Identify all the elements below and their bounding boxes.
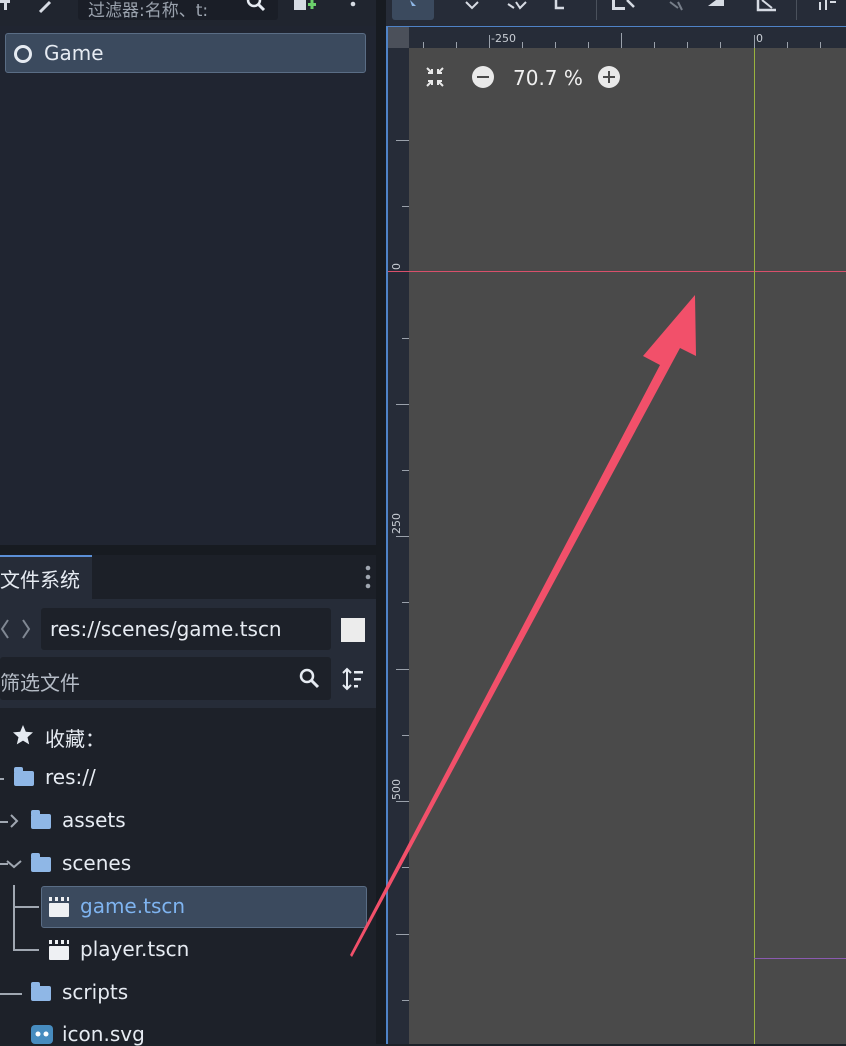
tree-item-player[interactable]: player.tscn bbox=[80, 937, 189, 961]
zoom-level[interactable]: 70.7 % bbox=[513, 66, 583, 90]
tree-line bbox=[0, 778, 4, 780]
ruler-tick bbox=[687, 42, 688, 48]
scene-tree-panel bbox=[0, 0, 376, 545]
link-icon[interactable] bbox=[36, 0, 56, 14]
ruler-tick bbox=[754, 35, 755, 48]
filesystem-tabbar bbox=[92, 555, 376, 599]
center-view-icon[interactable] bbox=[423, 66, 447, 88]
ruler-icon[interactable] bbox=[756, 0, 778, 12]
ruler-tick bbox=[720, 42, 721, 48]
zoom-in-button[interactable] bbox=[598, 66, 620, 88]
ruler-tick bbox=[522, 42, 523, 48]
tree-item-res[interactable]: res:// bbox=[45, 765, 96, 789]
file-filter-placeholder: 筛选文件 bbox=[0, 671, 80, 695]
star-icon bbox=[13, 725, 33, 745]
folder-icon bbox=[14, 767, 34, 786]
ruler-label: 0 bbox=[390, 263, 403, 270]
zoom-out-button[interactable] bbox=[472, 66, 494, 88]
tree-line bbox=[13, 885, 15, 951]
ruler-tick bbox=[588, 42, 589, 48]
scene-file-icon bbox=[49, 897, 69, 917]
root-node-label: Game bbox=[44, 41, 104, 65]
annotation-arrow bbox=[350, 295, 696, 957]
select-arrow-icon bbox=[410, 0, 416, 6]
path-input-value: res://scenes/game.tscn bbox=[50, 617, 282, 641]
ruler-tick bbox=[402, 1000, 409, 1001]
x-axis-line bbox=[388, 271, 846, 272]
tree-item-icon[interactable]: icon.svg bbox=[62, 1022, 145, 1046]
folder-icon bbox=[31, 982, 51, 1001]
tree-item-scripts[interactable]: scripts bbox=[62, 980, 128, 1004]
folder-icon bbox=[31, 853, 51, 872]
tree-item-game-label: game.tscn bbox=[80, 894, 186, 918]
ruler-corner bbox=[388, 27, 409, 48]
favorites-label: 收藏： bbox=[45, 727, 105, 751]
rotate-mode-icon[interactable] bbox=[506, 0, 528, 12]
y-axis-line bbox=[754, 48, 755, 1044]
godot-icon bbox=[31, 1025, 53, 1044]
toolbar-divider bbox=[796, 0, 797, 20]
ruler-tick bbox=[654, 42, 655, 48]
ruler-tick bbox=[621, 33, 622, 48]
menu-kebab-icon[interactable] bbox=[349, 0, 357, 14]
list-select-icon[interactable] bbox=[612, 0, 638, 12]
pan-icon[interactable] bbox=[706, 0, 726, 12]
back-icon[interactable] bbox=[0, 618, 10, 640]
tab-filesystem-label: 文件系统 bbox=[0, 568, 80, 592]
ruler-tick bbox=[456, 42, 457, 48]
instance-scene-icon[interactable] bbox=[294, 0, 318, 14]
scale-mode-icon[interactable] bbox=[552, 0, 566, 12]
chevron-down-icon[interactable] bbox=[6, 859, 22, 869]
ruler-tick bbox=[820, 42, 821, 48]
folder-icon bbox=[31, 810, 51, 829]
add-node-icon[interactable] bbox=[0, 0, 14, 12]
tree-line bbox=[0, 993, 22, 995]
search-icon bbox=[246, 0, 266, 12]
scene-file-icon bbox=[49, 940, 69, 960]
forward-icon[interactable] bbox=[20, 618, 32, 640]
tree-item-scenes[interactable]: scenes bbox=[62, 851, 131, 875]
ruler-label: -250 bbox=[491, 32, 516, 45]
ruler-tick bbox=[489, 35, 490, 48]
pivot-icon[interactable] bbox=[668, 0, 684, 12]
ruler-tick bbox=[423, 42, 424, 48]
ruler-label: 0 bbox=[756, 32, 763, 45]
panel-splitter-horizontal[interactable] bbox=[0, 545, 380, 555]
tree-line bbox=[13, 906, 39, 908]
viewport-boundary-line bbox=[754, 958, 846, 959]
scene-toolbar: 过滤器:名称、t: bbox=[0, 0, 376, 26]
tree-item-assets[interactable]: assets bbox=[62, 808, 126, 832]
snap-options-icon[interactable] bbox=[818, 0, 840, 12]
file-tree bbox=[0, 708, 376, 1044]
node-icon bbox=[14, 45, 32, 63]
ruler-tick bbox=[787, 42, 788, 48]
ruler-tick bbox=[396, 140, 409, 141]
ruler-tick bbox=[402, 206, 409, 207]
canvas-toolbar bbox=[386, 0, 846, 26]
scene-filter-placeholder: 过滤器:名称、t: bbox=[88, 1, 209, 21]
ruler-tick bbox=[555, 42, 556, 48]
toolbar-divider bbox=[596, 0, 597, 20]
search-icon bbox=[299, 668, 320, 689]
move-mode-icon[interactable] bbox=[464, 0, 480, 10]
tree-line bbox=[0, 821, 8, 823]
tree-line bbox=[13, 949, 39, 951]
chevron-right-icon[interactable] bbox=[9, 814, 19, 828]
